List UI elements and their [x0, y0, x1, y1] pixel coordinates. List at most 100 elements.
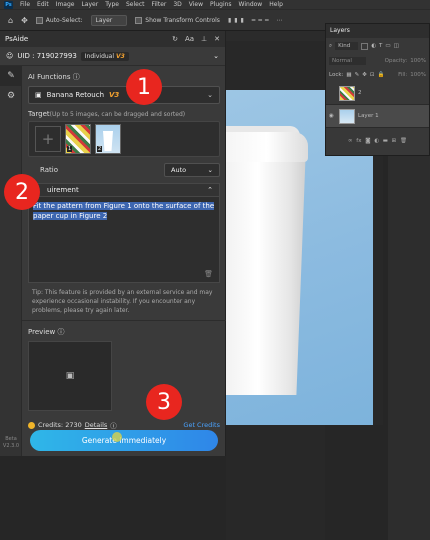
filter-shape-icon[interactable]: ▭ [385, 43, 390, 49]
kind-filter-select[interactable]: Kind [335, 42, 359, 50]
search-icon[interactable]: ⌕ [329, 43, 332, 50]
filter-adjust-icon[interactable]: ◐ [371, 43, 376, 49]
fill-label: Fill: [398, 72, 408, 78]
ratio-label: Ratio [40, 166, 58, 174]
layers-filter-row: ⌕ Kind ◐ T ▭ ◫ [326, 38, 429, 54]
close-icon[interactable]: ✕ [214, 35, 220, 43]
new-layer-icon[interactable]: ⊞ [392, 138, 397, 144]
opacity-value[interactable]: 100% [410, 58, 426, 64]
layer-name[interactable]: Layer 1 [358, 113, 379, 119]
fx-icon[interactable]: fx [356, 138, 361, 144]
align-icons[interactable]: ▮▮▮ ═══ ⋯ [228, 17, 286, 24]
preview-label: Preview ⓘ [28, 328, 65, 336]
checkbox-icon [135, 16, 143, 24]
menu-3d[interactable]: 3D [173, 1, 181, 8]
eye-icon[interactable]: ◉ [329, 113, 336, 119]
lock-artboard-icon[interactable]: ⊡ [370, 72, 375, 78]
chevron-up-icon[interactable]: ⌃ [207, 186, 213, 194]
refresh-icon[interactable]: ↻ [172, 35, 178, 43]
step-marker-3: 3 [146, 384, 182, 420]
menu-layer[interactable]: Layer [81, 1, 98, 8]
home-icon[interactable]: ⌂ [8, 16, 13, 25]
generate-button[interactable]: Generate Immediately [30, 430, 218, 451]
lock-brush-icon[interactable]: ✎ [355, 72, 360, 78]
pin-icon[interactable]: ⊥ [201, 35, 207, 43]
mask-icon[interactable]: ◙ [365, 138, 370, 144]
tip-text: Tip: This feature is provided by an exte… [32, 289, 213, 314]
chevron-down-icon: ⌄ [207, 91, 213, 99]
requirement-header[interactable]: uirement ⌃ [28, 183, 220, 197]
target-images: + 1 2 [28, 121, 220, 157]
filter-smart-icon[interactable]: ◫ [394, 43, 399, 49]
auto-select-target-select[interactable]: Layer [90, 14, 128, 26]
layers-tab[interactable]: Layers [326, 24, 429, 38]
photoshop-logo: Ps [4, 0, 13, 9]
info-icon[interactable]: ⓘ [73, 73, 80, 81]
move-tool-icon[interactable]: ✥ [21, 16, 28, 25]
step-marker-2: 2 [4, 174, 40, 210]
user-icon[interactable]: ☺ [6, 52, 13, 60]
target-hint: (Up to 5 images, can be dragged and sort… [49, 111, 186, 118]
menu-filter[interactable]: Filter [152, 1, 167, 8]
trash-icon[interactable]: 🗑 [204, 270, 213, 278]
menu-edit[interactable]: Edit [37, 1, 49, 8]
info-icon[interactable]: ⓘ [110, 420, 117, 430]
psaide-panel: PsAide ↻ Aa ⊥ ✕ ☺ UID : 719027993 Indivi… [0, 31, 226, 456]
opacity-label: Opacity: [384, 58, 408, 64]
uid-text: UID : 719027993 [17, 52, 77, 60]
add-image-button[interactable]: + [35, 126, 61, 152]
lock-row: Lock: ▦ ✎ ✥ ⊡ 🔒 Fill: 100% [326, 68, 429, 82]
lock-label: Lock: [329, 72, 344, 78]
menu-type[interactable]: Type [105, 1, 119, 8]
ratio-row: Ratio Auto ⌄ [22, 163, 226, 177]
menu-image[interactable]: Image [56, 1, 75, 8]
requirement-textarea[interactable]: Fit the pattern from Figure 1 onto the s… [28, 197, 220, 283]
get-credits-link[interactable]: Get Credits [183, 421, 220, 429]
psaide-content: AI Functions ⓘ ▣ Banana Retouch V3 ⌄ Tar… [22, 66, 226, 430]
right-dock-strip [388, 145, 430, 540]
lock-all-icon[interactable]: 🔒 [377, 72, 384, 78]
menu-file[interactable]: File [20, 1, 30, 8]
target-image-1[interactable]: 1 [65, 124, 91, 154]
filter-pixel-icon[interactable] [361, 42, 369, 50]
ratio-select[interactable]: Auto ⌄ [164, 163, 220, 177]
menu-help[interactable]: Help [269, 1, 283, 8]
delete-layer-icon[interactable]: 🗑 [400, 138, 407, 144]
layers-footer: ∞ fx ◙ ◐ ▬ ⊞ 🗑 [326, 128, 429, 154]
filter-type-icon[interactable]: T [379, 43, 382, 49]
selected-function: Banana Retouch [46, 91, 104, 99]
font-size-icon[interactable]: Aa [185, 35, 194, 43]
lock-pixels-icon[interactable]: ▦ [346, 72, 351, 78]
layer-thumbnail [339, 85, 355, 101]
menu-window[interactable]: Window [239, 1, 263, 8]
image-icon: ▣ [35, 91, 42, 99]
adjustment-icon[interactable]: ◐ [374, 138, 379, 144]
chevron-down-icon: ⌄ [207, 166, 213, 174]
menu-select[interactable]: Select [126, 1, 145, 8]
info-icon[interactable]: ⓘ [57, 328, 64, 336]
uid-row: ☺ UID : 719027993 Individual V3 ⌄ [0, 47, 225, 66]
chevron-down-icon[interactable]: ⌄ [213, 52, 219, 60]
link-icon[interactable]: ∞ [348, 138, 353, 144]
auto-select-checkbox[interactable]: Auto-Select: [35, 16, 83, 24]
fill-value[interactable]: 100% [410, 72, 426, 78]
layer-row[interactable]: ◉ Layer 1 [326, 105, 429, 128]
menu-view[interactable]: View [189, 1, 203, 8]
lock-move-icon[interactable]: ✥ [362, 72, 367, 78]
blend-mode-select[interactable]: Normal [329, 57, 366, 65]
version-badge: Beta V2.3.0 [2, 436, 20, 449]
details-link[interactable]: Details [85, 421, 108, 429]
menu-plugins[interactable]: Plugins [210, 1, 232, 8]
mouse-cursor-highlight [112, 432, 122, 442]
settings-gear-icon[interactable]: ⚙ [0, 86, 22, 106]
show-transform-checkbox[interactable]: Show Transform Controls [135, 16, 220, 24]
credits-row: Credits: 2730 Details ⓘ Get Credits [22, 420, 226, 430]
group-icon[interactable]: ▬ [383, 138, 388, 144]
blend-row: Normal Opacity: 100% [326, 54, 429, 68]
ai-function-select[interactable]: ▣ Banana Retouch V3 ⌄ [28, 86, 220, 104]
layer-row[interactable]: 2 [326, 82, 429, 105]
layer-name[interactable]: 2 [358, 90, 362, 96]
target-image-2[interactable]: 2 [95, 124, 121, 154]
edit-tool-icon[interactable]: ✎ [0, 66, 22, 86]
layers-panel: Layers ⌕ Kind ◐ T ▭ ◫ Normal Opacity: 10… [325, 23, 430, 156]
